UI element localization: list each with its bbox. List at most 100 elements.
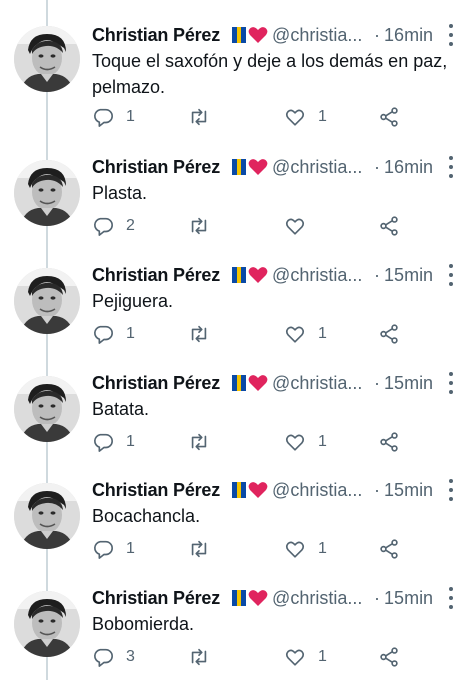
author-handle[interactable]: @christia... bbox=[272, 157, 364, 178]
red-heart-icon bbox=[248, 481, 268, 499]
tweet-timestamp[interactable]: 16min bbox=[384, 25, 433, 46]
like-button[interactable]: 1 bbox=[284, 537, 327, 561]
author-handle[interactable]: @christia... bbox=[272, 265, 364, 286]
share-button[interactable] bbox=[378, 322, 400, 346]
red-heart-icon bbox=[248, 158, 268, 176]
retweet-button[interactable] bbox=[188, 105, 222, 129]
reply-button[interactable]: 1 bbox=[92, 322, 135, 346]
tweet-text: Toque el saxofón y deje a los demás en p… bbox=[92, 51, 448, 97]
like-icon bbox=[285, 434, 305, 451]
author-name[interactable]: Christian Pérez bbox=[92, 588, 220, 609]
avatar[interactable] bbox=[14, 268, 80, 334]
red-heart-icon bbox=[248, 26, 268, 44]
author-name[interactable]: Christian Pérez bbox=[92, 373, 220, 394]
avatar[interactable] bbox=[14, 483, 80, 549]
author-name[interactable]: Christian Pérez bbox=[92, 157, 220, 178]
like-icon bbox=[285, 541, 305, 558]
more-icon[interactable] bbox=[447, 156, 455, 178]
more-icon[interactable] bbox=[447, 587, 455, 609]
more-icon[interactable] bbox=[447, 372, 455, 394]
share-icon bbox=[380, 432, 398, 452]
tweet-actions: 1 1 bbox=[92, 430, 462, 454]
reply-button[interactable]: 3 bbox=[92, 645, 135, 669]
share-button[interactable] bbox=[378, 537, 400, 561]
retweet-icon bbox=[191, 108, 207, 126]
reply-button[interactable]: 1 bbox=[92, 537, 135, 561]
retweet-button[interactable] bbox=[188, 645, 222, 669]
reply-icon bbox=[94, 217, 113, 236]
reply-count: 3 bbox=[126, 648, 135, 665]
reply-icon bbox=[94, 325, 113, 344]
tweet-text: Plasta. bbox=[92, 183, 148, 203]
more-icon[interactable] bbox=[447, 24, 455, 46]
retweet-button[interactable] bbox=[188, 322, 222, 346]
reply-icon bbox=[94, 648, 113, 667]
more-icon[interactable] bbox=[447, 479, 455, 501]
author-handle[interactable]: @christia... bbox=[272, 480, 364, 501]
tweet-header: Christian Pérez @christia... · 15min bbox=[92, 585, 433, 611]
canary-flag-icon bbox=[232, 590, 247, 606]
share-button[interactable] bbox=[378, 430, 400, 454]
author-handle[interactable]: @christia... bbox=[272, 373, 364, 394]
like-count: 1 bbox=[318, 325, 327, 342]
tweet-timestamp[interactable]: 15min bbox=[384, 373, 433, 394]
retweet-button[interactable] bbox=[188, 537, 222, 561]
tweet-timestamp[interactable]: 15min bbox=[384, 588, 433, 609]
tweet-header: Christian Pérez @christia... · 15min bbox=[92, 477, 433, 503]
retweet-icon bbox=[191, 433, 207, 451]
tweet-header: Christian Pérez @christia... · 16min bbox=[92, 22, 433, 48]
reply-button[interactable]: 1 bbox=[92, 430, 135, 454]
like-button[interactable]: 1 bbox=[284, 322, 327, 346]
avatar[interactable] bbox=[14, 376, 80, 442]
like-icon bbox=[285, 218, 305, 235]
canary-flag-icon bbox=[232, 159, 247, 175]
author-name[interactable]: Christian Pérez bbox=[92, 480, 220, 501]
separator-dot: · bbox=[374, 587, 381, 608]
tweet-actions: 2 bbox=[92, 214, 462, 238]
more-icon[interactable] bbox=[447, 264, 455, 286]
retweet-button[interactable] bbox=[188, 214, 222, 238]
thread-connector-line bbox=[46, 0, 48, 680]
author-handle[interactable]: @christia... bbox=[272, 588, 364, 609]
reply-count: 1 bbox=[126, 433, 135, 450]
red-heart-icon bbox=[248, 374, 268, 392]
separator-dot: · bbox=[374, 156, 381, 177]
tweet-header: Christian Pérez @christia... · 15min bbox=[92, 370, 433, 396]
avatar[interactable] bbox=[14, 26, 80, 92]
tweet-timestamp[interactable]: 15min bbox=[384, 265, 433, 286]
like-button[interactable] bbox=[284, 214, 318, 238]
share-button[interactable] bbox=[378, 105, 400, 129]
author-name[interactable]: Christian Pérez bbox=[92, 265, 220, 286]
share-button[interactable] bbox=[378, 645, 400, 669]
tweet-text: Bobomierda. bbox=[92, 614, 195, 634]
retweet-button[interactable] bbox=[188, 430, 222, 454]
like-icon bbox=[285, 109, 305, 126]
like-count: 1 bbox=[318, 540, 327, 557]
tweet-header: Christian Pérez @christia... · 16min bbox=[92, 154, 433, 180]
author-name[interactable]: Christian Pérez bbox=[92, 25, 220, 46]
reply-icon bbox=[94, 433, 113, 452]
avatar[interactable] bbox=[14, 591, 80, 657]
tweet-timestamp[interactable]: 16min bbox=[384, 157, 433, 178]
like-button[interactable]: 1 bbox=[284, 645, 327, 669]
reply-button[interactable]: 1 bbox=[92, 105, 135, 129]
retweet-icon bbox=[191, 540, 207, 558]
tweet-text: Pejiguera. bbox=[92, 291, 174, 311]
reply-button[interactable]: 2 bbox=[92, 214, 135, 238]
like-icon bbox=[285, 326, 305, 343]
separator-dot: · bbox=[374, 479, 381, 500]
reply-icon bbox=[94, 108, 113, 127]
like-button[interactable]: 1 bbox=[284, 105, 327, 129]
separator-dot: · bbox=[374, 264, 381, 285]
canary-flag-icon bbox=[232, 482, 247, 498]
author-handle[interactable]: @christia... bbox=[272, 25, 364, 46]
share-button[interactable] bbox=[378, 214, 400, 238]
red-heart-icon bbox=[248, 266, 268, 284]
like-count: 1 bbox=[318, 108, 327, 125]
reply-count: 1 bbox=[126, 540, 135, 557]
canary-flag-icon bbox=[232, 27, 247, 43]
reply-icon bbox=[94, 540, 113, 559]
tweet-timestamp[interactable]: 15min bbox=[384, 480, 433, 501]
like-button[interactable]: 1 bbox=[284, 430, 327, 454]
avatar[interactable] bbox=[14, 160, 80, 226]
